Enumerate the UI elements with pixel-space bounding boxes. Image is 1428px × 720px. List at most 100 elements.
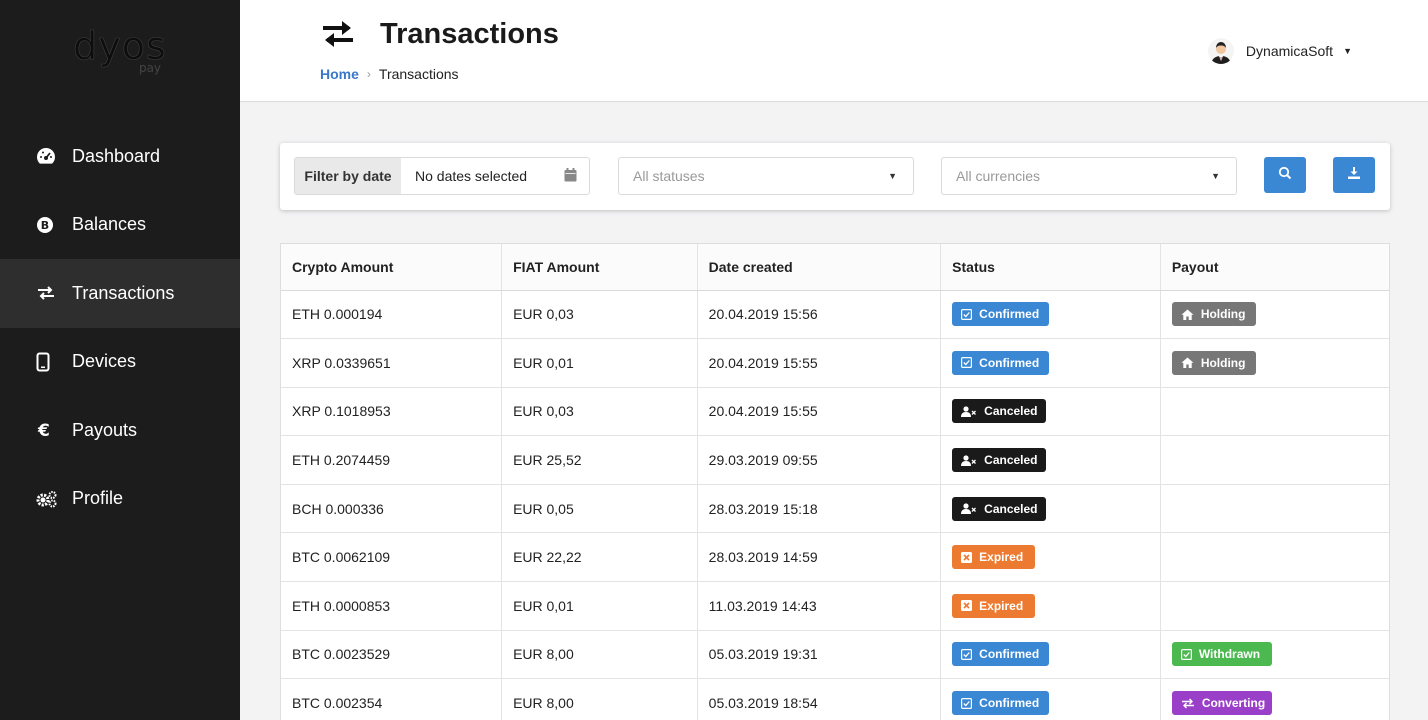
status-cell: Confirmed — [940, 290, 1161, 340]
table-row[interactable]: ETH 0.0000853 EUR 0,01 11.03.2019 14:43 Exp… — [281, 581, 1389, 631]
status-badge-label: Expired — [979, 598, 1024, 613]
status-cell: Canceled — [940, 435, 1161, 485]
mobile-icon — [36, 352, 60, 372]
date-created-cell: 29.03.2019 09:55 — [697, 435, 942, 485]
table-row[interactable]: ETH 0.000194 EUR 0,03 20.04.2019 15:56 Conf… — [281, 290, 1389, 340]
fiat-amount-cell: EUR 22,22 — [501, 532, 698, 583]
payout-badge: Holding — [1171, 350, 1256, 375]
sidebar-item-payouts[interactable]: € Payouts — [0, 396, 240, 465]
chevron-down-icon: ▼ — [888, 171, 897, 181]
sidebar-item-dashboard[interactable]: Dashboard — [0, 122, 240, 191]
status-badge-label: Confirmed — [979, 647, 1040, 662]
payout-badge: Converting — [1171, 691, 1272, 716]
crypto-amount-cell: XRP 0.1018953 — [281, 387, 503, 437]
table-row[interactable]: BCH 0.000336 EUR 0,05 28.03.2019 15:18 Canc… — [281, 484, 1389, 534]
check-square-icon — [961, 357, 979, 369]
filter-bar: Filter by date No dates selected All sta… — [280, 143, 1390, 210]
status-badge: Expired — [952, 545, 1036, 570]
table-row[interactable]: ETH 0.2074459 EUR 25,52 29.03.2019 09:55 Ca… — [281, 435, 1389, 485]
payout-cell: Withdrawn — [1160, 630, 1389, 680]
payout-badge-label: Holding — [1200, 355, 1246, 370]
table-body: ETH 0.000194 EUR 0,03 20.04.2019 15:56 Conf… — [281, 290, 1389, 720]
currency-select-placeholder: All currencies — [956, 168, 1041, 184]
date-range-input[interactable]: No dates selected — [401, 158, 589, 194]
crypto-amount-cell: BCH 0.000336 — [281, 484, 503, 534]
breadcrumb-separator: › — [366, 67, 371, 81]
status-cell: Canceled — [940, 484, 1161, 534]
column-header-date-created[interactable]: Date created — [697, 244, 942, 291]
dashboard-icon — [36, 146, 60, 166]
crypto-amount-cell: ETH 0.000194 — [281, 290, 503, 340]
payout-cell — [1160, 532, 1389, 583]
currency-select[interactable]: All currencies ▼ — [941, 157, 1237, 195]
table-row[interactable]: BTC 0.002354 EUR 8,00 05.03.2019 18:54 Conf… — [281, 678, 1389, 720]
date-created-cell: 28.03.2019 15:18 — [697, 484, 942, 534]
close-square-icon — [961, 600, 979, 612]
fiat-amount-cell: EUR 0,03 — [501, 290, 698, 340]
breadcrumb-current: Transactions — [378, 66, 459, 82]
user-times-icon — [961, 503, 984, 515]
breadcrumb: Home › Transactions — [320, 66, 459, 82]
crypto-amount-cell: BTC 0.0023529 — [281, 630, 503, 680]
date-created-cell: 20.04.2019 15:55 — [697, 387, 942, 437]
status-badge-label: Canceled — [984, 453, 1038, 468]
table-row[interactable]: BTC 0.0062109 EUR 22,22 28.03.2019 14:59 Ex… — [281, 532, 1389, 583]
fiat-amount-cell: EUR 0,01 — [501, 581, 698, 631]
status-badge-label: Canceled — [984, 404, 1038, 419]
check-square-icon — [961, 648, 979, 660]
column-header-status[interactable]: Status — [940, 244, 1161, 291]
status-badge-label: Expired — [979, 550, 1024, 565]
logo[interactable]: dyos pay — [0, 0, 240, 102]
status-badge: Expired — [952, 593, 1036, 618]
column-header-crypto-amount[interactable]: Crypto Amount — [281, 244, 503, 291]
user-name: DynamicaSoft — [1245, 43, 1334, 59]
svg-text:€: € — [37, 421, 50, 439]
transactions-table: Crypto Amount FIAT Amount Date created S… — [280, 243, 1390, 720]
status-cell: Confirmed — [940, 338, 1161, 388]
download-button[interactable] — [1333, 157, 1375, 193]
check-square-icon — [1180, 648, 1199, 660]
fiat-amount-cell: EUR 0,01 — [501, 338, 698, 388]
column-header-fiat-amount[interactable]: FIAT Amount — [501, 244, 698, 291]
crypto-amount-cell: ETH 0.2074459 — [281, 435, 503, 485]
search-button[interactable] — [1264, 157, 1306, 193]
user-times-icon — [961, 406, 984, 417]
column-header-payout[interactable]: Payout — [1160, 244, 1389, 291]
exchange-icon — [36, 283, 60, 303]
sidebar-item-profile[interactable]: Profile — [0, 465, 240, 534]
cogs-icon — [36, 489, 60, 509]
payout-cell: Holding — [1160, 290, 1389, 340]
status-badge: Canceled — [952, 496, 1047, 521]
bitcoin-icon: B — [36, 215, 60, 235]
status-select[interactable]: All statuses ▼ — [618, 157, 914, 195]
download-icon — [1347, 166, 1361, 185]
sidebar-item-balances[interactable]: B Balances — [0, 191, 240, 260]
sidebar-nav: Dashboard B Balances Transactions Device… — [0, 122, 240, 533]
breadcrumb-home-link[interactable]: Home — [320, 66, 359, 82]
chevron-down-icon: ▼ — [1211, 171, 1220, 181]
sidebar-item-devices[interactable]: Devices — [0, 328, 240, 397]
table-row[interactable]: XRP 0.1018953 EUR 0,03 20.04.2019 15:55 Can… — [281, 387, 1389, 437]
check-square-icon — [961, 697, 979, 709]
crypto-amount-cell: ETH 0.0000853 — [281, 581, 503, 631]
payout-cell: Holding — [1160, 338, 1389, 388]
table-row[interactable]: XRP 0.0339651 EUR 0,01 20.04.2019 15:55 Con… — [281, 338, 1389, 388]
payout-cell — [1160, 435, 1389, 485]
fiat-amount-cell: EUR 25,52 — [501, 435, 698, 485]
date-filter[interactable]: Filter by date No dates selected — [294, 157, 590, 195]
user-menu[interactable]: DynamicaSoft ▼ — [1207, 38, 1352, 64]
fiat-amount-cell: EUR 0,05 — [501, 484, 698, 534]
exchange-icon — [1181, 698, 1202, 709]
payout-cell — [1160, 387, 1389, 437]
status-badge: Confirmed — [952, 350, 1050, 375]
table-row[interactable]: BTC 0.0023529 EUR 8,00 05.03.2019 19:31 Con… — [281, 630, 1389, 680]
payout-cell: Converting — [1160, 678, 1389, 720]
page-header: Transactions Home › Transactions Dynamic… — [240, 0, 1428, 102]
title-row: Transactions — [320, 18, 559, 51]
fiat-amount-cell: EUR 0,03 — [501, 387, 698, 437]
sidebar-item-label: Balances — [72, 214, 147, 235]
avatar — [1207, 38, 1234, 64]
sidebar-item-label: Transactions — [72, 282, 175, 303]
sidebar-item-transactions[interactable]: Transactions — [0, 259, 240, 328]
logo-subtext: pay — [138, 61, 162, 75]
